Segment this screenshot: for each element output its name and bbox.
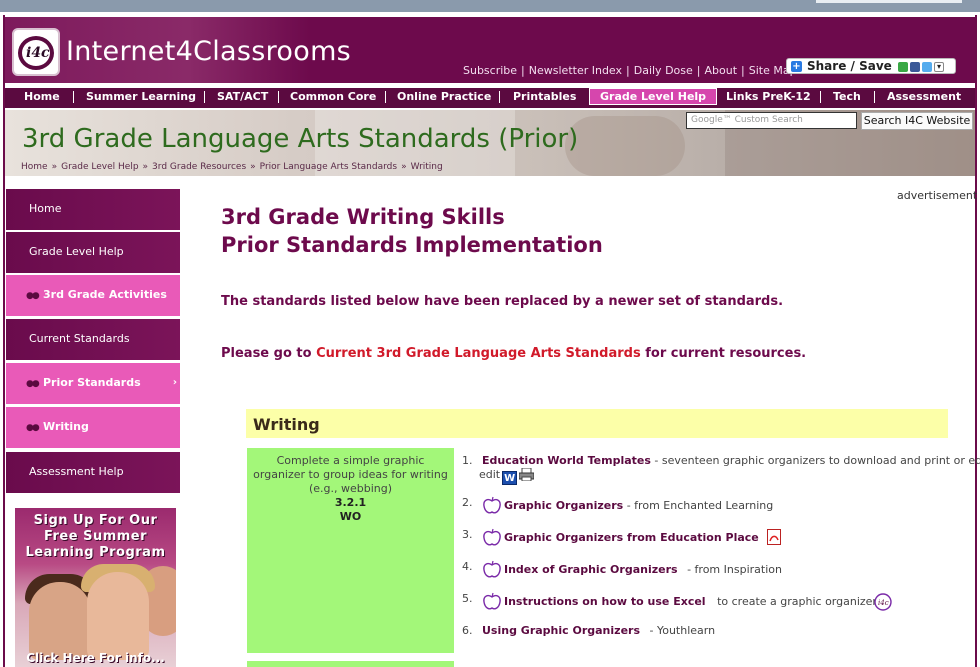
advertisement-label: advertisement	[897, 189, 978, 202]
eyes-icon: ●●	[26, 379, 40, 389]
nav-sat-act[interactable]: SAT/ACT	[217, 90, 268, 103]
eyes-icon: ●●	[26, 423, 40, 433]
top-link-newsletter[interactable]: Newsletter Index	[529, 64, 622, 77]
resource-link[interactable]: Graphic Organizers	[504, 499, 623, 512]
top-links: Subscribe | Newsletter Index | Daily Dose | Ab…	[463, 64, 797, 77]
heading-line-1: 3rd Grade Writing Skills	[221, 205, 505, 229]
word-icon[interactable]: W	[502, 471, 518, 485]
standard-code: 3.2.1	[334, 496, 367, 509]
sidebar-item-current-standards[interactable]: Current Standards	[6, 319, 180, 361]
site-logo[interactable]: i4c	[12, 28, 60, 76]
promo-line-1: Sign Up For Our	[33, 513, 158, 528]
top-link-subscribe[interactable]: Subscribe	[463, 64, 517, 77]
main-heading: 3rd Grade Writing Skills Prior Standards…	[221, 203, 603, 259]
standard-description: Complete a simple graphic organizer to g…	[253, 454, 448, 495]
resource-link[interactable]: Education World Templates	[482, 454, 651, 467]
nav-assessment[interactable]: Assessment	[887, 90, 961, 103]
nav-online-practice[interactable]: Online Practice	[397, 90, 491, 103]
standard-cell: Complete a simple graphic organizer to g…	[247, 448, 454, 653]
sidebar-item-home[interactable]: Home	[6, 189, 180, 231]
promo-line-3: Learning Program	[25, 545, 166, 560]
main-nav: Home Summer Learning SAT/ACT Common Core…	[5, 86, 975, 108]
sidebar-item-3rd-grade-activities[interactable]: ●● 3rd Grade Activities	[6, 275, 180, 317]
pdf-icon[interactable]	[766, 529, 781, 545]
site-brand[interactable]: Internet4Classrooms	[66, 36, 351, 67]
dropdown-icon: ▾	[933, 61, 944, 72]
apple-icon	[483, 560, 501, 578]
eyes-icon: ●●	[26, 291, 40, 301]
i4c-icon: i4c	[874, 593, 892, 611]
standard-type: WO	[339, 510, 362, 523]
page-title: 3rd Grade Language Arts Standards (Prior…	[22, 124, 579, 154]
share-save-button[interactable]: + Share / Save ▾	[786, 58, 956, 74]
top-link-about[interactable]: About	[704, 64, 737, 77]
resource-link[interactable]: Instructions on how to use Excel	[504, 595, 706, 608]
sidebar-item-grade-level-help[interactable]: Grade Level Help	[6, 232, 180, 274]
current-standards-notice: Please go to Current 3rd Grade Language …	[221, 346, 807, 361]
resource-link[interactable]: Using Graphic Organizers	[482, 624, 640, 637]
share-label: Share / Save	[807, 59, 892, 73]
breadcrumb-prior-standards[interactable]: Prior Language Arts Standards	[260, 162, 397, 172]
printer-icon[interactable]	[519, 468, 535, 481]
facebook-icon	[909, 61, 920, 72]
nav-links-prek-12[interactable]: Links PreK-12	[726, 90, 811, 103]
logo-text: i4c	[26, 45, 50, 61]
chevron-right-icon: ›	[172, 377, 177, 388]
breadcrumb: Home» Grade Level Help» 3rd Grade Resource…	[21, 162, 443, 172]
breadcrumb-grade-level-help[interactable]: Grade Level Help	[61, 162, 138, 172]
next-standard-cell	[247, 661, 454, 667]
apple-icon	[483, 528, 501, 546]
resource-link[interactable]: Graphic Organizers from Education Place	[504, 531, 759, 544]
twitter-icon	[921, 61, 932, 72]
breadcrumb-3rd-grade[interactable]: 3rd Grade Resources	[152, 162, 246, 172]
share-icon	[897, 61, 908, 72]
nav-summer-learning[interactable]: Summer Learning	[86, 90, 196, 103]
promo-line-2: Free Summer	[43, 529, 148, 544]
search-input[interactable]: Google™ Custom Search	[686, 112, 857, 129]
top-field	[816, 0, 962, 3]
sidebar-item-prior-standards[interactable]: ●● Prior Standards ›	[6, 363, 180, 405]
breadcrumb-writing: Writing	[410, 162, 443, 172]
nav-grade-level-help[interactable]: Grade Level Help	[589, 88, 718, 105]
sidebar-item-assessment-help[interactable]: Assessment Help	[6, 452, 180, 494]
search-button[interactable]: Search I4C Website	[861, 112, 973, 130]
nav-printables[interactable]: Printables	[513, 90, 576, 103]
summer-learning-promo[interactable]: Sign Up For Our Free Summer Learning Pro…	[15, 508, 176, 667]
nav-home[interactable]: Home	[24, 90, 60, 103]
replacement-notice: The standards listed below have been rep…	[221, 294, 784, 309]
sidebar-item-writing[interactable]: ●● Writing	[6, 407, 180, 449]
resource-link[interactable]: Index of Graphic Organizers	[504, 563, 678, 576]
svg-text:i4c: i4c	[878, 599, 889, 607]
nav-common-core[interactable]: Common Core	[290, 90, 376, 103]
apple-icon	[483, 592, 501, 610]
plus-icon: +	[791, 61, 802, 72]
promo-cta: Click Here For info...	[26, 651, 165, 665]
top-link-daily-dose[interactable]: Daily Dose	[634, 64, 693, 77]
heading-line-2: Prior Standards Implementation	[221, 233, 603, 257]
current-standards-link[interactable]: Current 3rd Grade Language Arts Standard…	[316, 346, 641, 361]
browser-top-strip	[0, 0, 980, 12]
section-header: Writing	[244, 407, 950, 440]
breadcrumb-home[interactable]: Home	[21, 162, 48, 172]
nav-tech[interactable]: Tech	[833, 90, 861, 103]
section-title: Writing	[253, 415, 320, 434]
apple-icon	[483, 496, 501, 514]
